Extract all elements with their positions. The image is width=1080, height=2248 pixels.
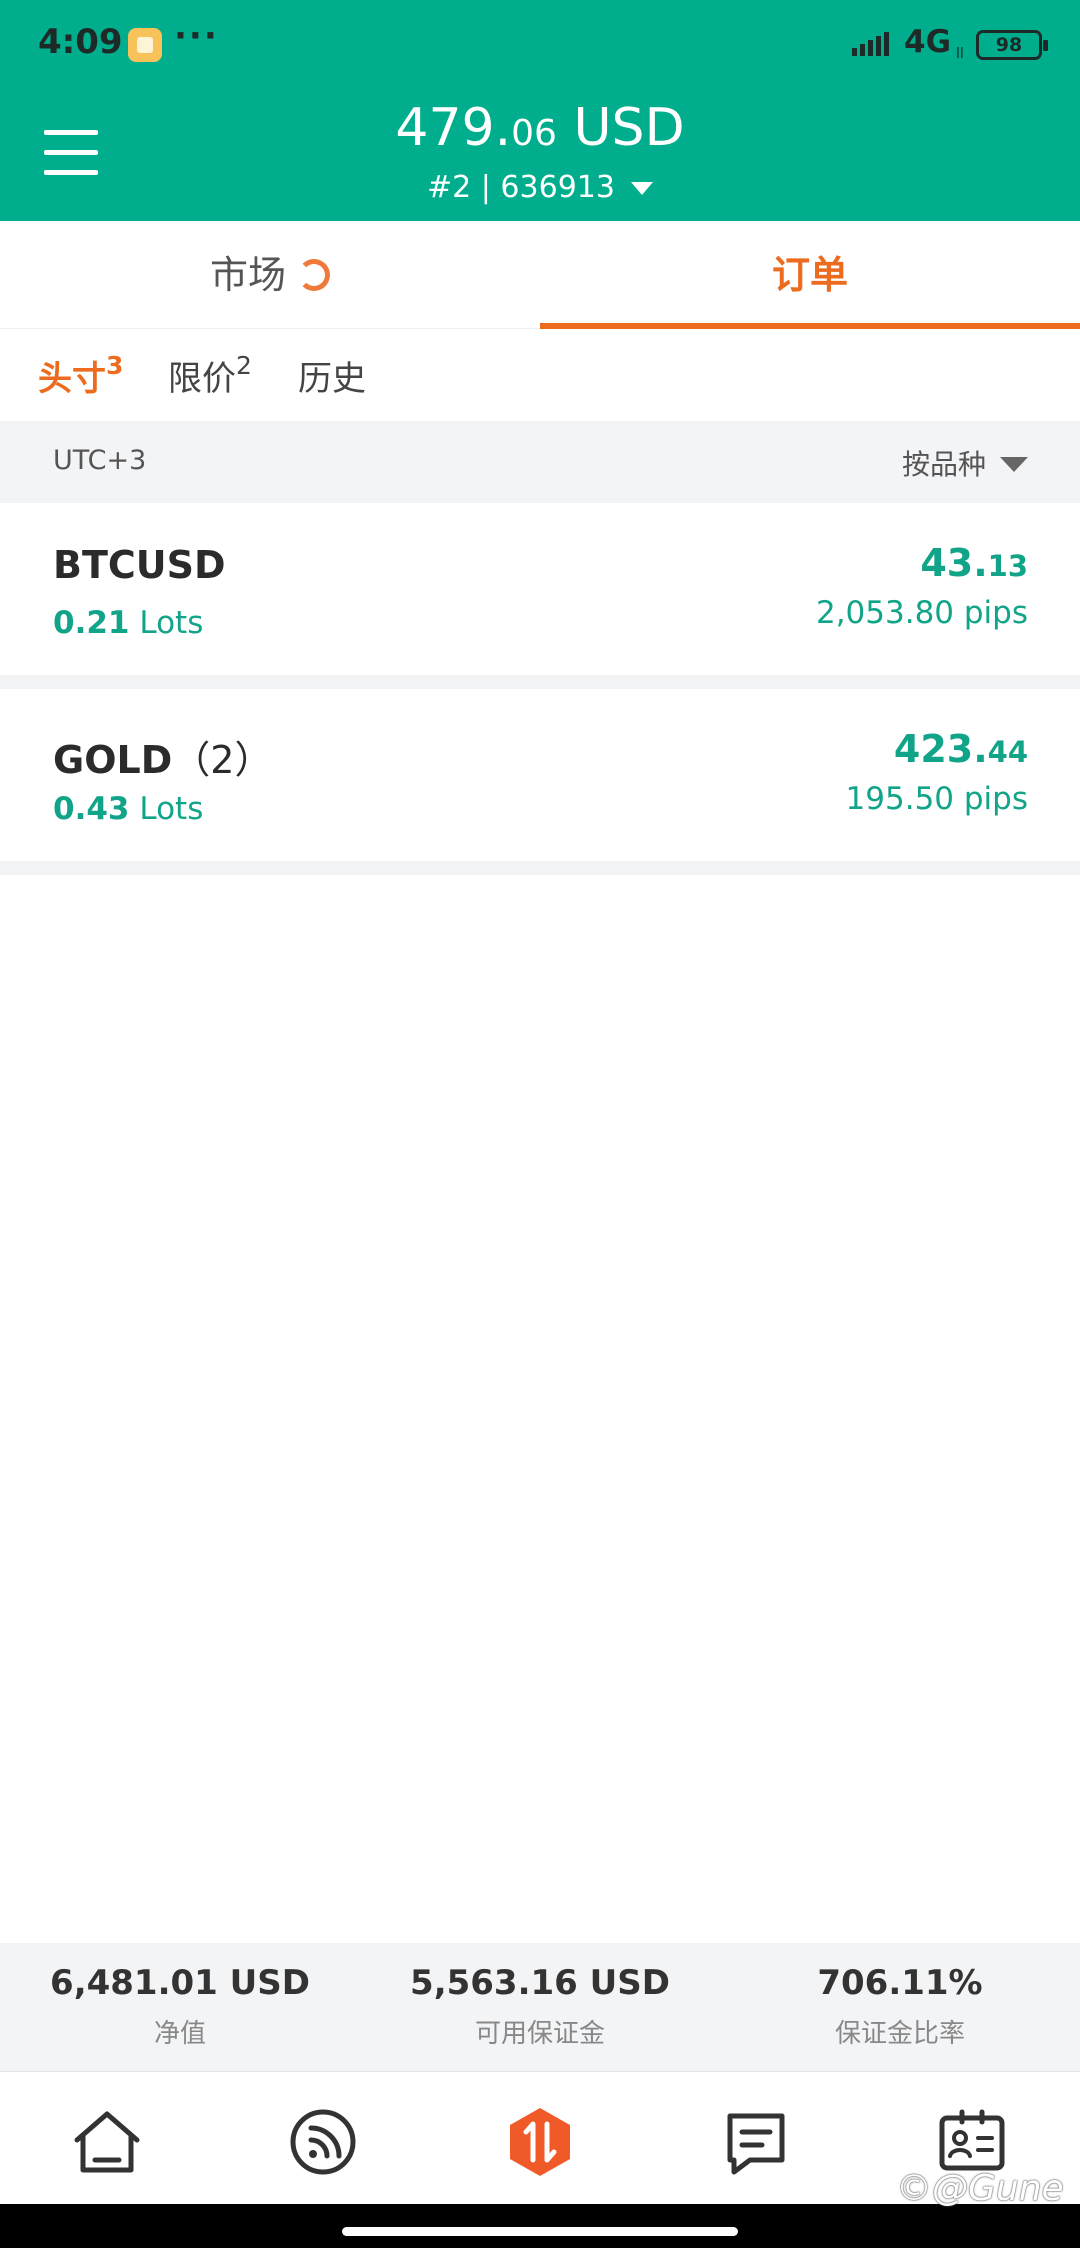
- nav-home[interactable]: [67, 2102, 147, 2182]
- battery-level: 98: [995, 34, 1023, 56]
- summary-margin-level: 706.11% 保证金比率: [720, 1963, 1080, 2050]
- chevron-down-icon: [1000, 456, 1028, 472]
- summary-equity: 6,481.01 USD 净值: [0, 1963, 360, 2050]
- balance-integer: 479.: [395, 98, 512, 158]
- trade-icon: [510, 2108, 570, 2176]
- sub-tab-positions-label: 头寸: [38, 359, 106, 399]
- status-time: 4:09: [38, 22, 123, 62]
- tab-orders-label: 订单: [771, 253, 848, 297]
- network-activity-label: ll: [956, 46, 964, 62]
- account-number: #2 | 636913: [427, 170, 615, 205]
- group-by-dropdown[interactable]: 按品种: [902, 443, 1028, 483]
- home-indicator[interactable]: [342, 2227, 738, 2236]
- home-icon: [74, 2111, 140, 2173]
- battery-icon: 98: [976, 30, 1048, 60]
- account-switcher[interactable]: #2 | 636913: [0, 170, 1080, 205]
- trading-app: 4:09 ··· 4G ll 98 479.06 USD #2 | 636913: [0, 0, 1080, 2248]
- position-profit: 43.13: [920, 541, 1028, 585]
- balance-currency: USD: [556, 98, 685, 158]
- sub-tab-history-label: 历史: [298, 359, 366, 399]
- filter-bar: UTC+3 按品种: [0, 421, 1080, 503]
- limit-count-badge: 2: [236, 350, 252, 380]
- margin-level-label: 保证金比率: [834, 2019, 965, 2049]
- position-pips: 195.50 pips: [845, 781, 1028, 817]
- notification-app-icon: [128, 28, 162, 62]
- order-sub-tabs: 头寸3 限价2 历史: [0, 329, 1080, 421]
- position-count: （2）: [172, 738, 273, 782]
- equity-label: 净值: [153, 2019, 206, 2049]
- position-profit: 423.44: [893, 727, 1028, 771]
- position-pips: 2,053.80 pips: [815, 595, 1028, 631]
- gesture-area: [0, 2204, 1080, 2248]
- sub-tab-limit[interactable]: 限价2: [168, 351, 252, 400]
- nav-messages[interactable]: [716, 2102, 796, 2182]
- main-tabs: 市场 订单: [0, 221, 1080, 329]
- free-margin-value: 5,563.16 USD: [410, 1963, 670, 2003]
- sub-tab-positions[interactable]: 头寸3: [38, 351, 123, 400]
- sub-tab-limit-label: 限价: [168, 359, 236, 399]
- position-lots: 0.43 Lots: [53, 791, 204, 827]
- group-by-label: 按品种: [901, 448, 986, 481]
- signal-feed-icon: [290, 2109, 356, 2175]
- sub-tab-history[interactable]: 历史: [298, 351, 366, 400]
- chevron-down-icon: [630, 182, 653, 195]
- account-balance: 479.06 USD: [0, 98, 1080, 158]
- tab-orders[interactable]: 订单: [540, 221, 1080, 329]
- position-row-btcusd[interactable]: BTCUSD 0.21 Lots 43.13 2,053.80 pips: [0, 503, 1080, 675]
- network-type-label: 4G: [904, 24, 952, 60]
- nav-trade[interactable]: [500, 2102, 580, 2182]
- position-list: BTCUSD 0.21 Lots 43.13 2,053.80 pips GOL…: [0, 503, 1080, 875]
- account-summary: 6,481.01 USD 净值 5,563.16 USD 可用保证金 706.1…: [0, 1943, 1080, 2071]
- position-symbol: BTCUSD: [53, 543, 226, 587]
- tab-market-label: 市场: [209, 253, 286, 297]
- more-notifications-icon: ···: [174, 16, 219, 56]
- equity-value: 6,481.01 USD: [50, 1963, 310, 2003]
- timezone-label: UTC+3: [53, 445, 147, 476]
- tab-market[interactable]: 市场: [0, 221, 540, 329]
- free-margin-label: 可用保证金: [474, 2019, 605, 2049]
- summary-free-margin: 5,563.16 USD 可用保证金: [360, 1963, 720, 2050]
- position-symbol: GOLD（2）: [53, 738, 273, 782]
- position-row-gold[interactable]: GOLD（2） 0.43 Lots 423.44 195.50 pips: [0, 689, 1080, 861]
- app-header: 4:09 ··· 4G ll 98 479.06 USD #2 | 636913: [0, 0, 1080, 221]
- position-lots: 0.21 Lots: [53, 605, 204, 641]
- balance-decimal: 06: [511, 113, 557, 154]
- watermark: ©@Gune: [896, 2168, 1064, 2209]
- loading-spinner-icon: [298, 258, 330, 291]
- status-bar: 4:09 ··· 4G ll 98: [0, 0, 1080, 88]
- messages-icon: [727, 2113, 785, 2175]
- positions-count-badge: 3: [106, 350, 124, 380]
- nav-feed[interactable]: [283, 2102, 363, 2182]
- signal-strength-icon: [852, 32, 889, 56]
- margin-level-value: 706.11%: [817, 1963, 983, 2003]
